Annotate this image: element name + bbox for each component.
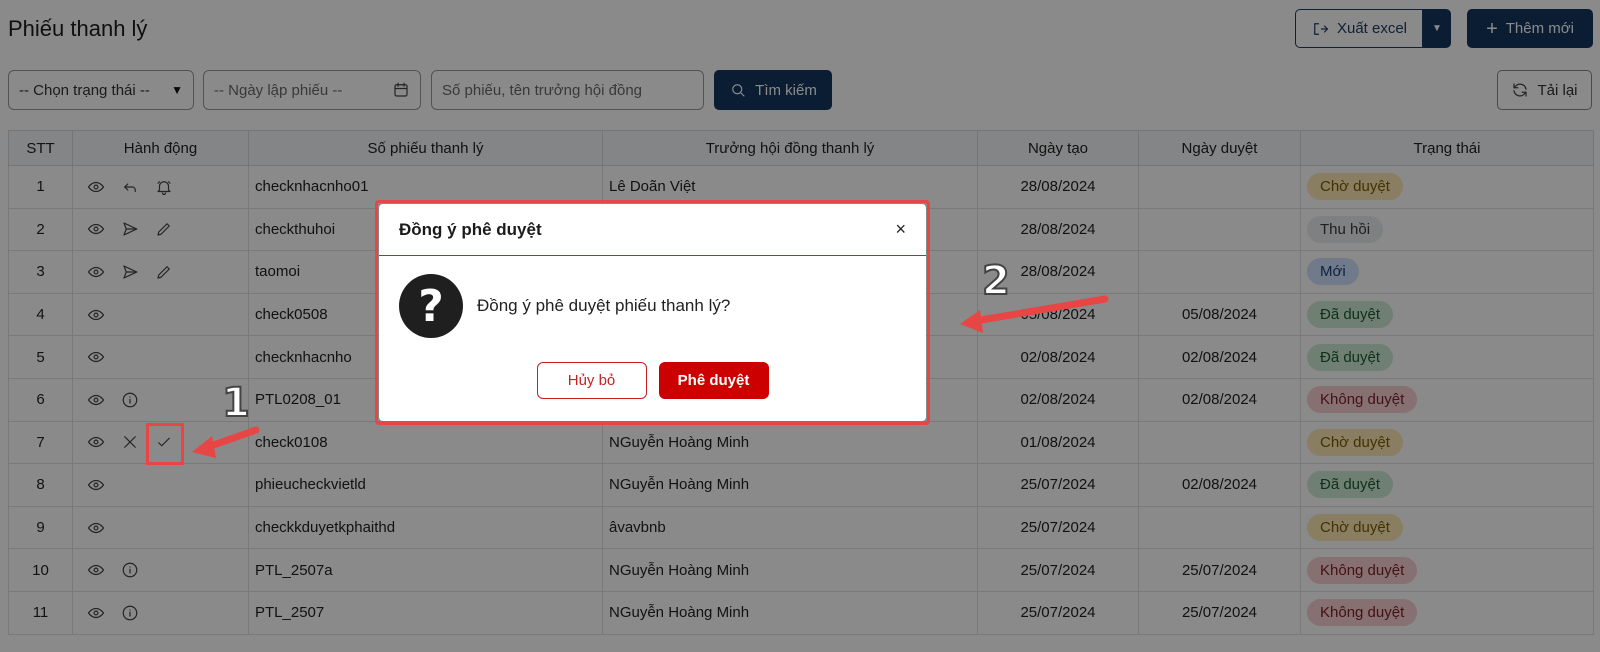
dialog-message: Đồng ý phê duyệt phiếu thanh lý? — [477, 296, 731, 315]
highlight-box-approve-action — [146, 423, 184, 465]
dialog-body: ? Đồng ý phê duyệt phiếu thanh lý? — [379, 256, 926, 338]
annotation-step-1: 1 — [221, 379, 251, 427]
annotation-step-2: 2 — [981, 257, 1011, 305]
close-icon[interactable]: × — [895, 219, 906, 240]
dialog-footer: Hủy bỏ Phê duyệt — [379, 362, 926, 399]
question-icon: ? — [399, 274, 463, 338]
confirm-approve-dialog: Đồng ý phê duyệt × ? Đồng ý phê duyệt ph… — [379, 204, 926, 421]
dialog-header: Đồng ý phê duyệt × — [379, 204, 926, 256]
cancel-button[interactable]: Hủy bỏ — [536, 362, 647, 399]
approve-button[interactable]: Phê duyệt — [658, 362, 769, 399]
dialog-title: Đồng ý phê duyệt — [399, 219, 542, 239]
page: Phiếu thanh lý Xuất excel ▼ + Thêm mới -… — [0, 0, 1600, 652]
